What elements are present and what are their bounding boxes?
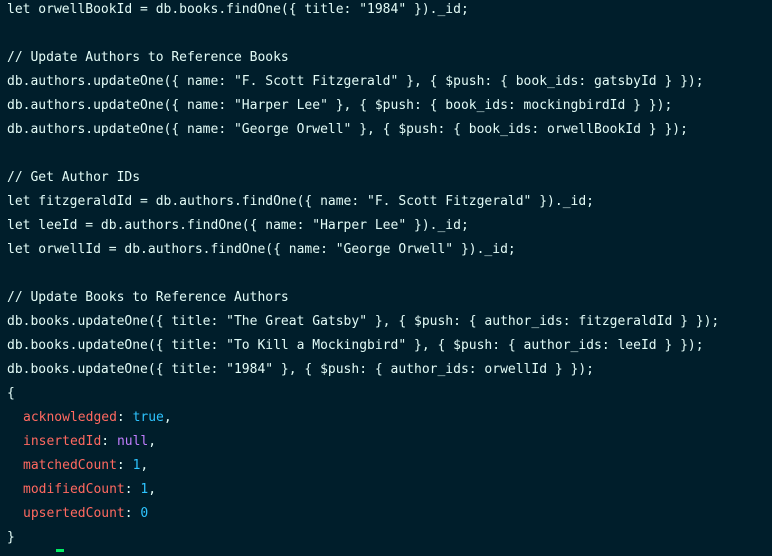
colon: : [124,482,141,497]
code-line: db.authors.updateOne({ name: "Harper Lee… [7,98,673,113]
result-close-brace: } [7,530,15,545]
result-key: insertedId [23,434,102,449]
code-line: db.authors.updateOne({ name: "George Orw… [7,122,688,137]
result-field-modifiedcount: modifiedCount: 1, [7,478,772,502]
code-comment: // Update Books to Reference Authors [7,290,289,305]
code-line: let orwellId = db.authors.findOne({ name… [7,242,516,257]
result-field-upsertedcount: upsertedCount: 0 [7,502,772,526]
result-open-brace: { [7,386,15,401]
comma: , [163,410,172,425]
code-line: let orwellBookId = db.books.findOne({ ti… [7,2,469,17]
result-value: true [132,410,164,425]
code-line: db.books.updateOne({ title: "The Great G… [7,314,720,329]
code-line: let fitzgeraldId = db.authors.findOne({ … [7,194,594,209]
result-field-acknowledged: acknowledged: true, [7,406,772,430]
result-value: null [116,434,149,449]
result-field-matchedcount: matchedCount: 1, [7,454,772,478]
result-key: upsertedCount [23,506,125,521]
result-value: 0 [140,506,149,521]
code-line: db.authors.updateOne({ name: "F. Scott F… [7,74,704,89]
code-line: let leeId = db.authors.findOne({ name: "… [7,218,469,233]
comma: , [140,458,149,473]
code-line: db.books.updateOne({ title: "1984" }, { … [7,362,594,377]
terminal-output[interactable]: let orwellBookId = db.books.findOne({ ti… [0,0,772,556]
result-key: modifiedCount [23,482,125,497]
result-key: matchedCount [23,458,117,473]
result-key: acknowledged [23,410,117,425]
colon: : [101,434,117,449]
result-field-insertedid: insertedId: null, [7,430,772,454]
comma: , [148,434,157,449]
code-comment: // Update Authors to Reference Books [7,50,289,65]
colon: : [116,458,133,473]
colon: : [116,410,133,425]
cursor [56,549,64,552]
colon: : [124,506,141,521]
code-line: db.books.updateOne({ title: "To Kill a M… [7,338,704,353]
code-comment: // Get Author IDs [7,170,141,185]
comma: , [148,482,157,497]
